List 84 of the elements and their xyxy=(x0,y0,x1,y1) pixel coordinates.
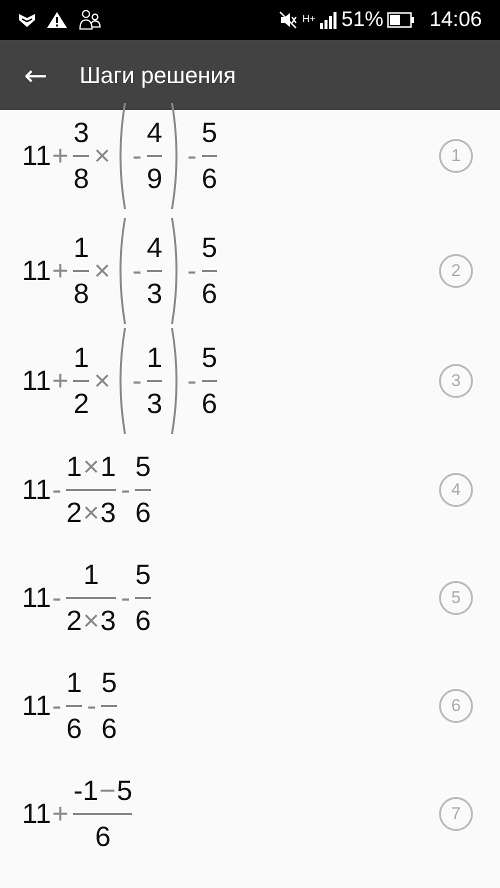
mute-icon xyxy=(278,10,298,30)
math-term: 11 xyxy=(22,254,52,288)
math-term: 8 xyxy=(73,277,90,311)
math-term: 1 xyxy=(146,341,162,375)
screen-title: Шаги решения xyxy=(79,62,236,88)
math-term: 5 xyxy=(101,666,117,700)
math-term: + xyxy=(51,139,70,173)
math-term: - xyxy=(120,581,132,615)
shield-icon xyxy=(18,12,36,28)
math-term: 6 xyxy=(135,604,151,638)
math-term: 1 xyxy=(73,231,90,265)
clock-time: 14:06 xyxy=(429,8,482,32)
back-button[interactable]: ← xyxy=(20,58,52,92)
step-number: 4 xyxy=(439,473,473,507)
math-term: - xyxy=(131,365,143,397)
math-term: 3 xyxy=(100,496,116,530)
step-number: 2 xyxy=(439,254,473,288)
signal-icon xyxy=(319,11,338,29)
math-term: 6 xyxy=(66,712,82,746)
math-term: 1 xyxy=(100,450,116,484)
math-term: 11 xyxy=(22,581,52,615)
math-term: × xyxy=(82,450,100,484)
math-term: 5 xyxy=(202,116,218,150)
math-term: 5 xyxy=(135,450,151,484)
step-number: 6 xyxy=(439,689,473,723)
math-term: 5 xyxy=(135,558,151,592)
math-term: 6 xyxy=(135,496,151,530)
math-term: 11 xyxy=(22,797,52,831)
math-term: 2 xyxy=(66,496,82,530)
network-type: H+ xyxy=(302,14,316,25)
math-term: 9 xyxy=(146,162,162,196)
step-number: 3 xyxy=(439,364,473,398)
math-term: 1 xyxy=(66,666,82,700)
math-term: 2 xyxy=(73,387,90,421)
math-term: 6 xyxy=(202,162,218,196)
math-term: 4 xyxy=(146,116,162,150)
warning-icon xyxy=(46,11,68,29)
math-term: - xyxy=(186,364,198,398)
math-term: 1 xyxy=(66,450,82,484)
math-term: × xyxy=(93,139,112,173)
math-term: × xyxy=(93,364,112,398)
math-term: - xyxy=(120,473,132,507)
math-term: -1 xyxy=(73,774,98,808)
math-term: 11 xyxy=(22,473,52,507)
math-term: - xyxy=(51,689,62,723)
math-term: 11 xyxy=(22,364,52,398)
math-term: + xyxy=(51,797,70,831)
math-term: 6 xyxy=(95,820,111,854)
battery-percent: 51% xyxy=(341,8,384,32)
math-term: - xyxy=(186,254,198,288)
math-term: − xyxy=(98,774,117,808)
math-term: × xyxy=(82,496,100,530)
math-term: 2 xyxy=(66,604,82,638)
math-term: 4 xyxy=(146,231,162,265)
math-term: - xyxy=(86,689,98,723)
step-number: 5 xyxy=(439,581,473,615)
math-term: 6 xyxy=(202,277,218,311)
math-term: + xyxy=(51,364,70,398)
math-term: 8 xyxy=(73,162,90,196)
math-term: - xyxy=(186,139,198,173)
step-number: 7 xyxy=(439,797,473,831)
step-number: 1 xyxy=(439,139,473,173)
math-term: 11 xyxy=(22,139,52,173)
math-term: 1 xyxy=(73,341,90,375)
math-term: 6 xyxy=(202,387,218,421)
math-term: 11 xyxy=(22,689,52,723)
math-term: 5 xyxy=(202,341,218,375)
math-term: 1 xyxy=(83,558,99,592)
math-term: 3 xyxy=(100,604,116,638)
math-term: 3 xyxy=(146,277,162,311)
math-term: × xyxy=(93,254,112,288)
math-term: - xyxy=(51,473,62,507)
math-term: 5 xyxy=(116,774,132,808)
people-icon xyxy=(78,9,102,31)
math-term: + xyxy=(51,254,70,288)
math-term: 3 xyxy=(73,116,90,150)
math-term: - xyxy=(131,140,143,172)
math-term: × xyxy=(82,604,100,638)
math-term: 6 xyxy=(101,712,117,746)
math-term: - xyxy=(51,581,62,615)
math-term: 5 xyxy=(202,231,218,265)
math-term: - xyxy=(131,255,143,287)
battery-icon xyxy=(387,12,416,28)
math-term: 3 xyxy=(146,387,162,421)
